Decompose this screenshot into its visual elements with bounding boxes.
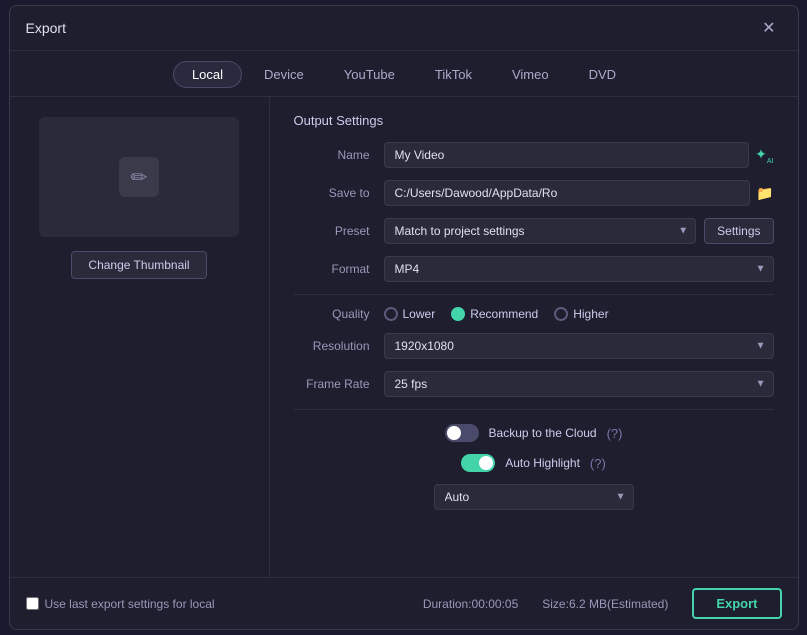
dialog-title: Export bbox=[26, 20, 66, 36]
quality-lower-label: Lower bbox=[403, 307, 436, 321]
backup-cloud-toggle[interactable] bbox=[445, 424, 479, 442]
name-input[interactable] bbox=[384, 142, 750, 168]
format-select[interactable]: MP4 bbox=[384, 256, 774, 282]
folder-icon[interactable]: 📁 bbox=[756, 185, 773, 202]
resolution-row: Resolution 1920x1080 ▼ bbox=[294, 333, 774, 359]
tab-device[interactable]: Device bbox=[246, 61, 322, 88]
duration-value: 00:00:05 bbox=[472, 597, 519, 611]
left-panel: ✏ Change Thumbnail bbox=[10, 97, 270, 577]
resolution-label: Resolution bbox=[294, 339, 384, 353]
close-button[interactable]: ✕ bbox=[756, 16, 781, 40]
quality-higher-radio[interactable] bbox=[554, 307, 568, 321]
auto-select-select-wrap: Auto ▼ bbox=[434, 484, 634, 510]
frame-rate-select[interactable]: 25 fps bbox=[384, 371, 774, 397]
auto-highlight-help-icon[interactable]: (?) bbox=[590, 456, 606, 471]
footer: Use last export settings for local Durat… bbox=[10, 577, 798, 629]
auto-highlight-row: Auto Highlight (?) bbox=[294, 454, 774, 472]
tab-tiktok[interactable]: TikTok bbox=[417, 61, 490, 88]
format-label: Format bbox=[294, 262, 384, 276]
pencil-icon: ✏ bbox=[131, 165, 148, 190]
use-last-settings-checkbox[interactable] bbox=[26, 597, 39, 610]
use-last-settings-label: Use last export settings for local bbox=[45, 597, 215, 611]
change-thumbnail-button[interactable]: Change Thumbnail bbox=[71, 251, 206, 279]
save-to-row: Save to 📁 bbox=[294, 180, 774, 206]
frame-rate-label: Frame Rate bbox=[294, 377, 384, 391]
export-button[interactable]: Export bbox=[692, 588, 781, 619]
quality-row: Quality Lower Recommend Higher bbox=[294, 307, 774, 321]
save-path-input[interactable] bbox=[384, 180, 751, 206]
thumbnail-edit-icon: ✏ bbox=[119, 157, 159, 197]
preset-select-wrap: Match to project settings ▼ bbox=[384, 218, 697, 244]
ai-icon[interactable]: ✦AI bbox=[755, 146, 773, 165]
footer-right: Duration:00:00:05 Size:6.2 MB(Estimated)… bbox=[423, 588, 782, 619]
preset-row: Preset Match to project settings ▼ Setti… bbox=[294, 218, 774, 244]
auto-highlight-label: Auto Highlight bbox=[505, 456, 580, 470]
divider-1 bbox=[294, 294, 774, 295]
quality-radio-group: Lower Recommend Higher bbox=[384, 307, 609, 321]
format-select-wrap: MP4 ▼ bbox=[384, 256, 774, 282]
duration-label: Duration: bbox=[423, 597, 472, 611]
auto-select-inner: Auto ▼ bbox=[434, 484, 634, 510]
export-dialog: Export ✕ Local Device YouTube TikTok Vim… bbox=[9, 5, 799, 630]
resolution-select-wrap: 1920x1080 ▼ bbox=[384, 333, 774, 359]
backup-cloud-row: Backup to the Cloud (?) bbox=[294, 424, 774, 442]
size-info: Size:6.2 MB(Estimated) bbox=[542, 597, 668, 611]
tab-dvd[interactable]: DVD bbox=[571, 61, 634, 88]
quality-lower-radio[interactable] bbox=[384, 307, 398, 321]
preset-label: Preset bbox=[294, 224, 384, 238]
backup-cloud-help-icon[interactable]: (?) bbox=[607, 426, 623, 441]
quality-higher-option[interactable]: Higher bbox=[554, 307, 608, 321]
quality-recommend-option[interactable]: Recommend bbox=[451, 307, 538, 321]
quality-recommend-radio[interactable] bbox=[451, 307, 465, 321]
auto-select[interactable]: Auto bbox=[434, 484, 634, 510]
backup-cloud-toggle-thumb bbox=[447, 426, 461, 440]
tab-vimeo[interactable]: Vimeo bbox=[494, 61, 567, 88]
quality-recommend-label: Recommend bbox=[470, 307, 538, 321]
name-label: Name bbox=[294, 148, 384, 162]
auto-select-wrap: Auto ▼ bbox=[294, 484, 774, 510]
auto-highlight-toggle[interactable] bbox=[461, 454, 495, 472]
tab-local[interactable]: Local bbox=[173, 61, 242, 88]
footer-left: Use last export settings for local bbox=[26, 597, 215, 611]
settings-button[interactable]: Settings bbox=[704, 218, 773, 244]
size-label: Size: bbox=[542, 597, 569, 611]
save-to-label: Save to bbox=[294, 186, 384, 200]
toggles-section: Backup to the Cloud (?) Auto Highlight (… bbox=[294, 409, 774, 510]
tab-youtube[interactable]: YouTube bbox=[326, 61, 413, 88]
frame-rate-select-wrap: 25 fps ▼ bbox=[384, 371, 774, 397]
quality-label: Quality bbox=[294, 307, 384, 321]
path-row: 📁 bbox=[384, 180, 774, 206]
title-bar: Export ✕ bbox=[10, 6, 798, 51]
preset-select[interactable]: Match to project settings bbox=[384, 218, 697, 244]
quality-lower-option[interactable]: Lower bbox=[384, 307, 436, 321]
auto-highlight-toggle-thumb bbox=[479, 456, 493, 470]
backup-cloud-label: Backup to the Cloud bbox=[489, 426, 597, 440]
quality-higher-label: Higher bbox=[573, 307, 608, 321]
name-row: Name ✦AI bbox=[294, 142, 774, 168]
size-value: 6.2 MB(Estimated) bbox=[569, 597, 668, 611]
right-panel: Output Settings Name ✦AI Save to 📁 Prese… bbox=[270, 97, 798, 577]
output-settings-title: Output Settings bbox=[294, 113, 774, 128]
tabs-bar: Local Device YouTube TikTok Vimeo DVD bbox=[10, 51, 798, 97]
main-content: ✏ Change Thumbnail Output Settings Name … bbox=[10, 97, 798, 577]
duration-info: Duration:00:00:05 bbox=[423, 597, 518, 611]
format-row: Format MP4 ▼ bbox=[294, 256, 774, 282]
resolution-select[interactable]: 1920x1080 bbox=[384, 333, 774, 359]
frame-rate-row: Frame Rate 25 fps ▼ bbox=[294, 371, 774, 397]
thumbnail-preview: ✏ bbox=[39, 117, 239, 237]
